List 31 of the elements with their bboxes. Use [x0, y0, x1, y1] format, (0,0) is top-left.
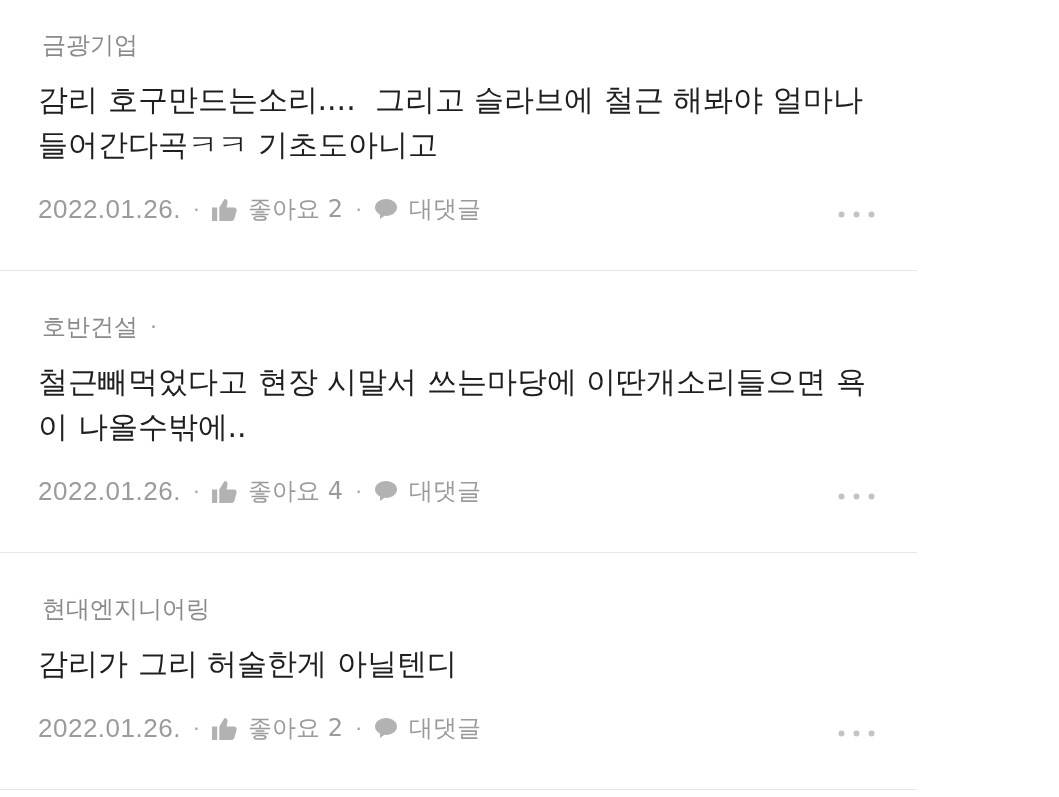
like-button[interactable]: 좋아요 2 — [212, 712, 344, 744]
thumbs-up-icon — [212, 716, 238, 740]
comment-text: 감리 호구만드는소리.... 그리고 슬라브에 철근 해봐야 얼마나 들어간다곡ㅋㅋ 기초도아니고 — [38, 81, 864, 164]
speech-bubble-icon — [374, 198, 399, 220]
author-name[interactable]: 금광기업 — [42, 29, 138, 61]
like-button[interactable]: 좋아요 2 — [212, 193, 344, 225]
separator-dot: · — [192, 714, 201, 742]
reply-button[interactable]: 대댓글 — [374, 193, 482, 225]
separator-dot: · — [355, 195, 363, 223]
comment-text: 감리가 그리 허술한게 아닐텐디 — [38, 645, 458, 683]
speech-bubble-icon — [374, 480, 399, 502]
thumbs-up-icon — [212, 479, 238, 503]
author-name[interactable]: 현대엔지니어링 — [42, 593, 210, 625]
more-icon[interactable] — [838, 210, 875, 218]
reply-button[interactable]: 대댓글 — [374, 475, 482, 507]
speech-bubble-icon — [374, 717, 399, 739]
comment-date: 2022.01.26. — [38, 712, 181, 744]
thumbs-up-icon — [212, 197, 238, 221]
separator-dot: · — [355, 714, 363, 742]
comment-date: 2022.01.26. — [38, 193, 181, 225]
more-icon[interactable] — [838, 492, 875, 500]
comment-text: 철근빼먹었다고 현장 시말서 쓰는마당에 이딴개소리들으면 욕이 나올수밖에.. — [38, 363, 867, 446]
separator-dot: · — [192, 195, 201, 223]
reply-button[interactable]: 대댓글 — [374, 712, 482, 744]
separator-dot: · — [150, 313, 157, 341]
separator-dot: · — [355, 477, 363, 505]
author-name[interactable]: 호반건설 — [42, 311, 138, 343]
more-icon[interactable] — [838, 729, 875, 737]
comment-date: 2022.01.26. — [38, 475, 181, 507]
separator-dot: · — [192, 477, 201, 505]
like-button[interactable]: 좋아요 4 — [212, 475, 344, 507]
